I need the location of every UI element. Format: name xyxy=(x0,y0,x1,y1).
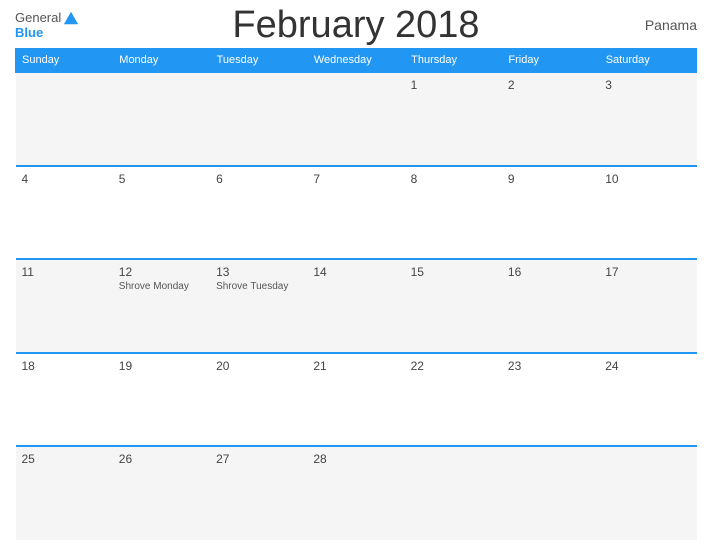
month-title: February 2018 xyxy=(232,4,479,47)
logo-icon xyxy=(63,10,79,26)
day-number: 14 xyxy=(313,265,398,279)
day-number: 3 xyxy=(605,78,690,92)
day-number: 24 xyxy=(605,359,690,373)
calendar-header-row: Sunday Monday Tuesday Wednesday Thursday… xyxy=(16,49,697,73)
calendar-cell xyxy=(405,446,502,540)
day-number: 27 xyxy=(216,452,301,466)
calendar-cell: 19 xyxy=(113,353,210,447)
day-number: 13 xyxy=(216,265,301,279)
event-label: Shrove Monday xyxy=(119,281,204,292)
calendar-cell: 16 xyxy=(502,259,599,353)
calendar-cell xyxy=(210,72,307,166)
day-number: 22 xyxy=(411,359,496,373)
day-number: 11 xyxy=(22,265,107,279)
calendar-cell: 11 xyxy=(16,259,113,353)
calendar-cell: 25 xyxy=(16,446,113,540)
calendar-cell: 24 xyxy=(599,353,696,447)
day-number: 19 xyxy=(119,359,204,373)
calendar-cell: 9 xyxy=(502,166,599,260)
calendar-cell: 28 xyxy=(307,446,404,540)
calendar-cell xyxy=(599,446,696,540)
day-number: 6 xyxy=(216,172,301,186)
calendar-week-row: 18 19 20 21 22 23 24 xyxy=(16,353,697,447)
day-number: 23 xyxy=(508,359,593,373)
col-tuesday: Tuesday xyxy=(210,49,307,73)
event-label: Shrove Tuesday xyxy=(216,281,301,292)
day-number: 28 xyxy=(313,452,398,466)
day-number: 15 xyxy=(411,265,496,279)
day-number: 12 xyxy=(119,265,204,279)
calendar-cell: 5 xyxy=(113,166,210,260)
calendar-cell: 1 xyxy=(405,72,502,166)
country-label: Panama xyxy=(645,17,697,33)
calendar-cell: 15 xyxy=(405,259,502,353)
calendar-week-row: 11 12 Shrove Monday 13 Shrove Tuesday 14 15 16 1… xyxy=(16,259,697,353)
calendar-container: General Blue February 2018 Panama Sunday… xyxy=(0,0,712,550)
day-number: 9 xyxy=(508,172,593,186)
logo-general-text: General xyxy=(15,11,61,25)
calendar-header: General Blue February 2018 Panama xyxy=(15,10,697,40)
day-number: 8 xyxy=(411,172,496,186)
day-number: 1 xyxy=(411,78,496,92)
calendar-cell: 2 xyxy=(502,72,599,166)
calendar-cell: 17 xyxy=(599,259,696,353)
day-number: 20 xyxy=(216,359,301,373)
calendar-cell: 8 xyxy=(405,166,502,260)
calendar-cell: 23 xyxy=(502,353,599,447)
calendar-cell: 12 Shrove Monday xyxy=(113,259,210,353)
day-number: 16 xyxy=(508,265,593,279)
calendar-cell: 20 xyxy=(210,353,307,447)
calendar-cell: 3 xyxy=(599,72,696,166)
calendar-week-row: 456789 10 xyxy=(16,166,697,260)
calendar-cell: 6 xyxy=(210,166,307,260)
day-number: 18 xyxy=(22,359,107,373)
calendar-table: Sunday Monday Tuesday Wednesday Thursday… xyxy=(15,48,697,540)
logo-blue-text: Blue xyxy=(15,26,79,40)
col-friday: Friday xyxy=(502,49,599,73)
calendar-body: 123456789101112Shrove Monday13Shrove Tue… xyxy=(16,72,697,540)
day-number: 7 xyxy=(313,172,398,186)
calendar-cell: 27 xyxy=(210,446,307,540)
day-number: 10 xyxy=(605,172,690,186)
calendar-cell: 10 xyxy=(599,166,696,260)
day-number: 21 xyxy=(313,359,398,373)
day-number: 17 xyxy=(605,265,690,279)
calendar-cell: 14 xyxy=(307,259,404,353)
day-number: 2 xyxy=(508,78,593,92)
col-wednesday: Wednesday xyxy=(307,49,404,73)
calendar-cell xyxy=(502,446,599,540)
day-number: 26 xyxy=(119,452,204,466)
calendar-week-row: 123 xyxy=(16,72,697,166)
calendar-week-row: 25 26 27 28 xyxy=(16,446,697,540)
col-thursday: Thursday xyxy=(405,49,502,73)
logo: General Blue xyxy=(15,10,79,40)
calendar-cell: 22 xyxy=(405,353,502,447)
calendar-cell: 21 xyxy=(307,353,404,447)
calendar-cell xyxy=(307,72,404,166)
col-monday: Monday xyxy=(113,49,210,73)
calendar-cell xyxy=(16,72,113,166)
day-number: 5 xyxy=(119,172,204,186)
col-sunday: Sunday xyxy=(16,49,113,73)
day-number: 25 xyxy=(22,452,107,466)
calendar-cell: 7 xyxy=(307,166,404,260)
calendar-cell xyxy=(113,72,210,166)
calendar-cell: 18 xyxy=(16,353,113,447)
day-number: 4 xyxy=(22,172,107,186)
col-saturday: Saturday xyxy=(599,49,696,73)
calendar-cell: 26 xyxy=(113,446,210,540)
calendar-cell: 4 xyxy=(16,166,113,260)
calendar-cell: 13 Shrove Tuesday xyxy=(210,259,307,353)
